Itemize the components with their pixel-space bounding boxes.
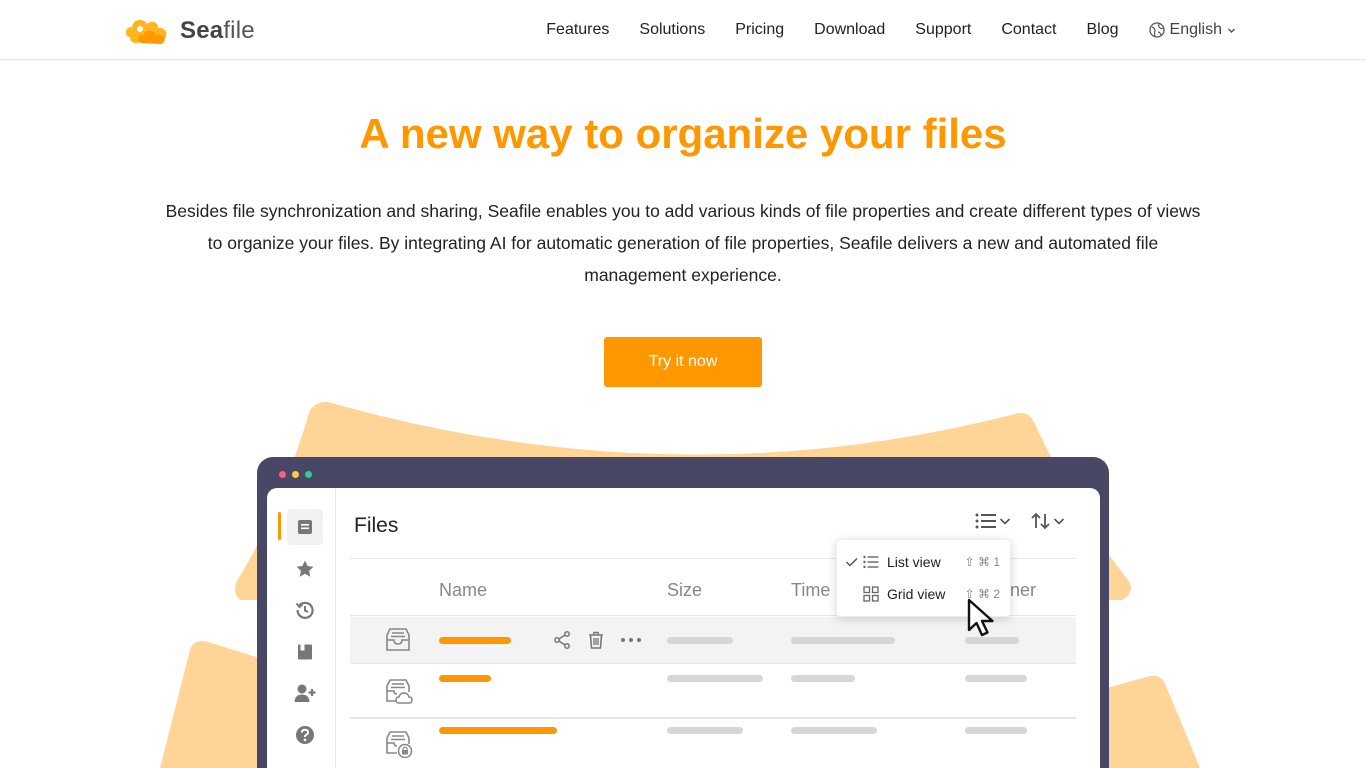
time-placeholder xyxy=(791,637,895,644)
nav-solutions[interactable]: Solutions xyxy=(639,21,705,39)
minimize-dot xyxy=(292,471,299,478)
size-placeholder xyxy=(667,675,763,682)
chevron-down-icon xyxy=(999,518,1011,525)
file-icon xyxy=(298,520,312,534)
size-placeholder xyxy=(667,727,743,734)
chevron-down-icon xyxy=(1227,27,1236,33)
sort-icon xyxy=(1031,512,1050,530)
sidebar-item-activities[interactable] xyxy=(287,592,323,628)
check-icon xyxy=(845,557,858,567)
sidebar-item-share-admin[interactable] xyxy=(287,675,323,711)
globe-icon xyxy=(1148,22,1165,38)
app-screen: Files Name Size Time ner List view ⇧ ⌘ 1… xyxy=(267,488,1100,768)
trash-icon[interactable] xyxy=(586,630,606,650)
close-dot xyxy=(279,471,286,478)
cloud-logo-icon xyxy=(126,20,167,44)
more-icon[interactable] xyxy=(620,630,642,650)
grid-view-label: Grid view xyxy=(887,586,946,602)
list-view-icon xyxy=(975,513,996,529)
star-icon xyxy=(296,560,314,577)
column-header-time[interactable]: Time xyxy=(791,580,830,601)
column-header-name[interactable]: Name xyxy=(439,580,487,601)
language-label: English xyxy=(1169,21,1222,38)
sidebar-item-help[interactable] xyxy=(287,717,323,753)
sidebar-item-wiki[interactable] xyxy=(287,634,323,670)
nav-support[interactable]: Support xyxy=(915,21,971,39)
table-row[interactable] xyxy=(350,668,1076,714)
language-selector[interactable]: English xyxy=(1148,21,1236,39)
library-icon xyxy=(386,628,410,651)
owner-placeholder xyxy=(965,637,1019,644)
hero-title: A new way to organize your files xyxy=(359,110,1007,157)
cloud-library-icon xyxy=(386,679,413,704)
app-mockup-frame: Files Name Size Time ner List view ⇧ ⌘ 1… xyxy=(257,457,1109,768)
list-view-icon xyxy=(863,555,879,569)
chevron-down-icon xyxy=(1053,518,1065,525)
nav-download[interactable]: Download xyxy=(814,21,885,39)
hero-description: Besides file synchronization and sharing… xyxy=(165,201,1201,285)
time-placeholder xyxy=(791,675,855,682)
history-icon xyxy=(295,601,314,619)
file-name-placeholder xyxy=(439,637,511,644)
row-actions xyxy=(552,630,642,650)
time-placeholder xyxy=(791,727,877,734)
share-icon[interactable] xyxy=(552,630,572,650)
mouse-pointer-icon xyxy=(967,598,994,637)
sidebar-item-files[interactable] xyxy=(287,509,323,545)
nav-features[interactable]: Features xyxy=(546,21,609,39)
brand-logo[interactable]: Seafile xyxy=(124,13,255,49)
site-header: Seafile Features Solutions Pricing Downl… xyxy=(0,0,1366,60)
view-mode-toggle[interactable] xyxy=(975,512,1011,530)
brand-name: Seafile xyxy=(180,17,255,44)
files-title: Files xyxy=(354,514,399,537)
list-view-label: List view xyxy=(887,554,941,570)
help-icon xyxy=(296,726,314,744)
grid-view-icon xyxy=(863,586,879,602)
row-divider xyxy=(350,717,1076,719)
book-icon xyxy=(298,644,312,660)
file-name-placeholder xyxy=(439,675,491,682)
encrypted-library-icon xyxy=(386,731,413,758)
owner-placeholder xyxy=(965,675,1027,682)
file-name-placeholder xyxy=(439,727,557,734)
nav-blog[interactable]: Blog xyxy=(1086,21,1118,39)
table-row[interactable] xyxy=(350,720,1076,766)
active-indicator xyxy=(278,512,281,540)
owner-placeholder xyxy=(965,727,1027,734)
window-controls xyxy=(279,471,312,478)
nav-pricing[interactable]: Pricing xyxy=(735,21,784,39)
add-user-icon xyxy=(294,684,316,702)
column-header-owner[interactable]: ner xyxy=(1010,580,1036,601)
menu-item-list-view[interactable]: List view ⇧ ⌘ 1 xyxy=(837,548,1012,576)
list-view-shortcut: ⇧ ⌘ 1 xyxy=(964,555,1000,569)
sidebar-item-starred[interactable] xyxy=(287,551,323,587)
maximize-dot xyxy=(305,471,312,478)
nav-contact[interactable]: Contact xyxy=(1001,21,1056,39)
size-placeholder xyxy=(667,637,733,644)
sort-toggle[interactable] xyxy=(1031,512,1065,530)
app-sidebar xyxy=(267,488,336,768)
try-it-now-button[interactable]: Try it now xyxy=(604,337,762,387)
row-divider xyxy=(350,663,1076,664)
column-header-size[interactable]: Size xyxy=(667,580,702,601)
main-nav: Features Solutions Pricing Download Supp… xyxy=(546,0,1236,60)
